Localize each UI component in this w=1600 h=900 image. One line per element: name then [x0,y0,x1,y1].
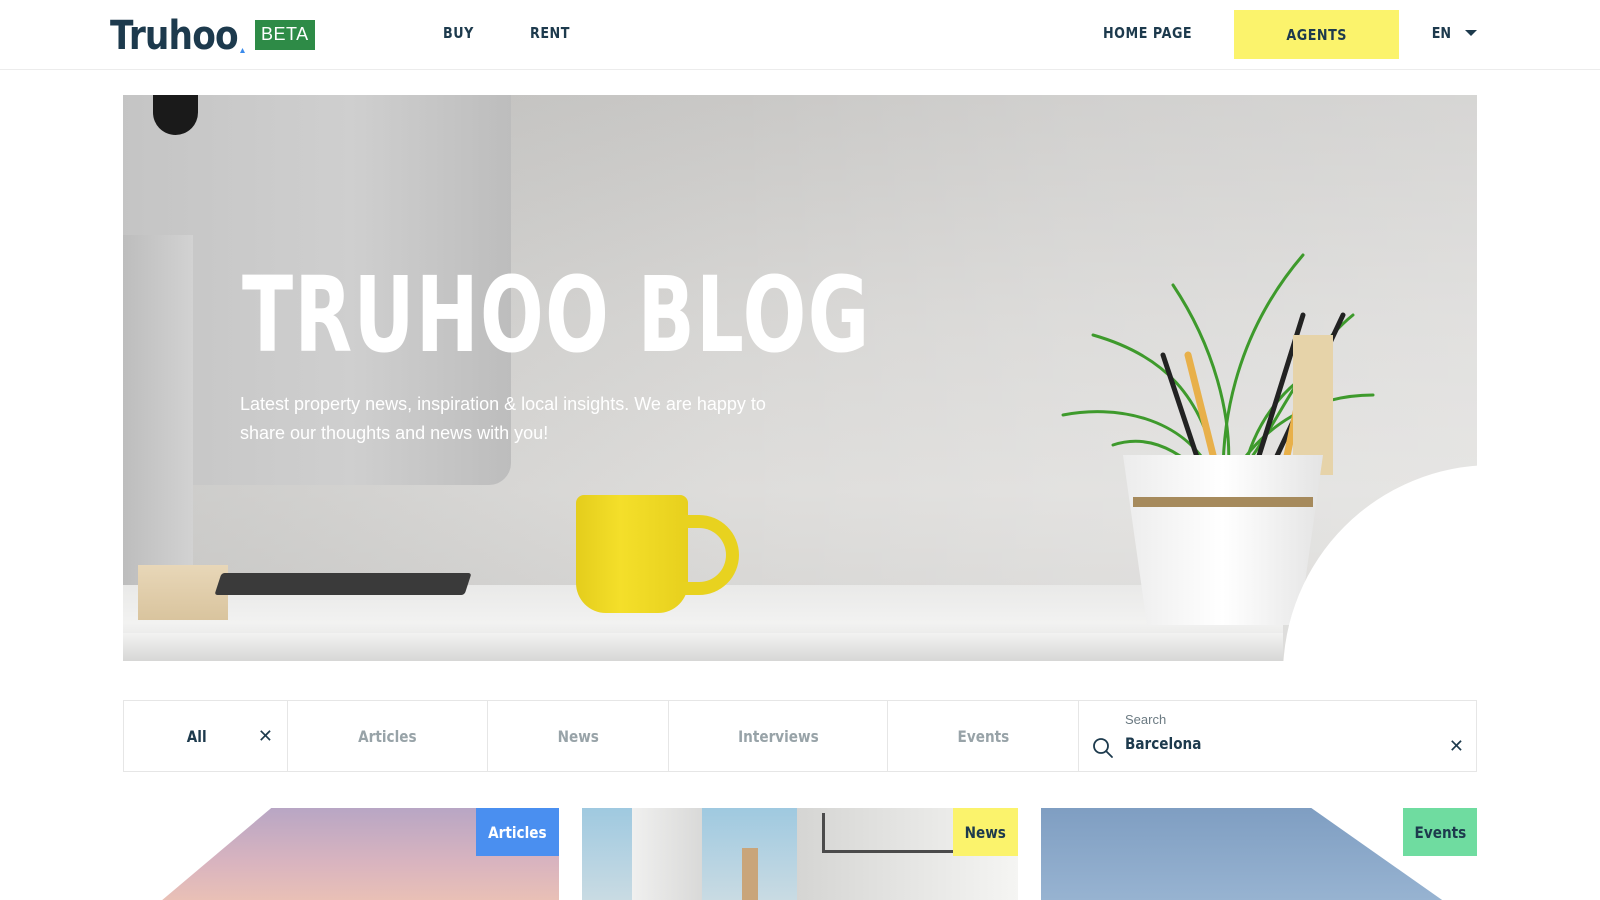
hero-yellow-mug [576,495,688,613]
hero-title: TRUHOO BLOG [242,254,871,376]
hero-keyboard [214,573,472,595]
hero-subtitle: Latest property news, inspiration & loca… [240,394,766,443]
filter-events-label: Events [957,726,1009,746]
search-input[interactable] [1125,734,1380,753]
card-image-building-left [632,808,702,900]
filter-interviews[interactable]: Interviews [669,701,888,771]
card-tag-label: Events [1414,822,1466,842]
nav-buy-link[interactable]: BUY [443,24,474,42]
logo-wordmark: Truhoo [110,13,239,59]
agents-button-label: AGENTS [1286,25,1347,44]
language-selector[interactable]: EN [1430,24,1477,42]
card-tag-events[interactable]: Events [1403,808,1477,856]
filter-events[interactable]: Events [888,701,1079,771]
nav-rent-link[interactable]: RENT [530,24,570,42]
filter-news[interactable]: News [488,701,669,771]
search-icon [1093,738,1113,758]
hero-plant-pot [1123,455,1323,625]
search-label: Search [1125,712,1167,727]
hero-plant-leaves [1061,253,1375,475]
nav-home-page-link[interactable]: HOME PAGE [1103,24,1192,42]
hero-banner: TRUHOO BLOG Latest property news, inspir… [123,95,1477,661]
search-field[interactable]: Search ✕ [1079,701,1476,771]
card-tag-articles[interactable]: Articles [476,808,559,856]
blog-card-events[interactable]: Events [1041,808,1477,900]
filter-all-label: All [186,726,207,746]
filter-articles-label: Articles [358,726,417,746]
filter-articles[interactable]: Articles [288,701,488,771]
card-tag-news[interactable]: News [953,808,1018,856]
hero-desk-edge [123,633,1283,661]
blog-card-news[interactable]: News [582,808,1018,900]
card-image-tower [742,848,758,900]
chevron-down-icon [1464,30,1477,36]
agents-button[interactable]: AGENTS [1234,10,1399,59]
filter-all[interactable]: All ✕ [124,701,288,771]
card-tag-label: News [964,822,1007,842]
card-tag-label: Articles [488,822,547,842]
close-icon[interactable]: ✕ [1449,737,1464,755]
category-filter-bar: All ✕ Articles News Interviews Events Se… [123,700,1477,772]
logo-accent-icon [240,48,245,53]
hero-monitor-stand [123,235,193,615]
site-header: Truhoo BETA BUY RENT HOME PAGE AGENTS EN [0,0,1600,70]
beta-badge: BETA [255,20,315,50]
filter-interviews-label: Interviews [737,726,819,746]
language-label: EN [1431,24,1452,42]
logo[interactable]: Truhoo BETA [110,12,315,59]
card-image-balcony [822,813,972,853]
hero-pot-rope [1133,497,1313,507]
filter-news-label: News [557,726,599,746]
close-icon[interactable]: ✕ [258,727,273,745]
blog-card-articles[interactable]: Articles [123,808,559,900]
